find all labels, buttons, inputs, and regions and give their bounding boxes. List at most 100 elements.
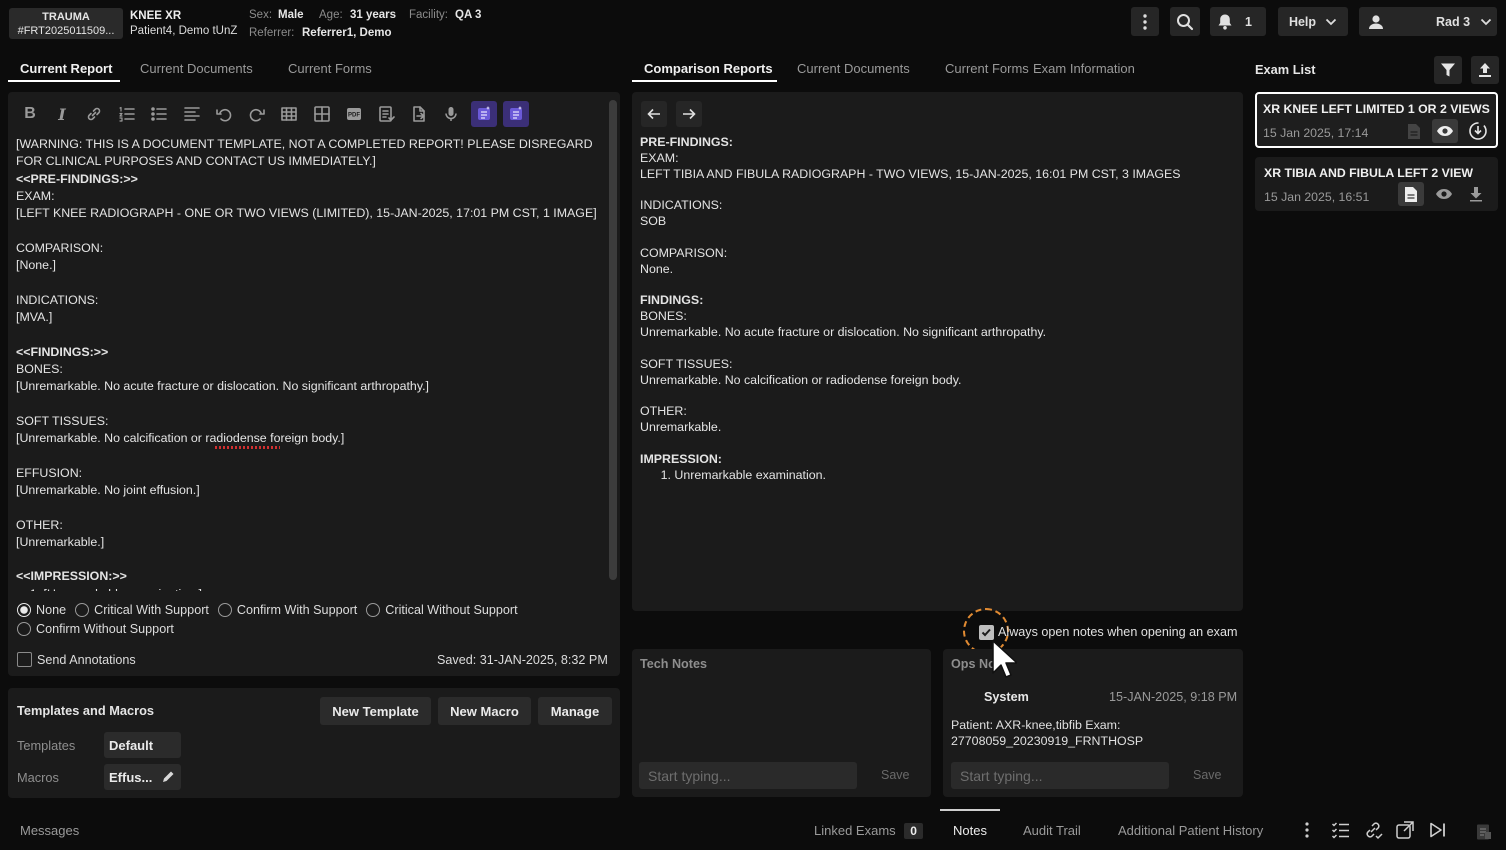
search-icon — [1177, 13, 1194, 30]
report-line: BONES: — [16, 361, 63, 376]
report-line: [Unremarkable. No calcification or radio… — [16, 431, 345, 446]
undo-button[interactable] — [211, 101, 237, 127]
report-line: EXAM: — [16, 188, 55, 203]
ai-assist-button[interactable] — [471, 101, 497, 127]
external-check-icon[interactable] — [1395, 820, 1415, 840]
align-button[interactable] — [179, 101, 205, 127]
manage-button[interactable]: Manage — [538, 697, 612, 725]
radio-indicator — [75, 603, 90, 617]
exam-item-tibia[interactable]: XR TIBIA AND FIBULA LEFT 2 VIEW 15 Jan 2… — [1255, 157, 1498, 211]
redo-button[interactable] — [244, 101, 270, 127]
clipboard-icon[interactable] — [1476, 822, 1492, 840]
report-line — [16, 447, 597, 464]
ops-notes-title: Ops No — [951, 657, 996, 671]
eye-icon[interactable] — [1435, 188, 1453, 200]
exam-item-knee[interactable]: XR KNEE LEFT LIMITED 1 OR 2 VIEWS 15 Jan… — [1255, 92, 1498, 148]
radio-critical-with-support[interactable]: Critical With Support — [75, 603, 209, 617]
send-annotations-checkbox[interactable]: Send Annotations — [17, 652, 136, 667]
exam-title: KNEE XR — [130, 10, 182, 22]
report-line: SOFT TISSUES: — [16, 413, 109, 428]
next-report-button[interactable] — [676, 101, 702, 127]
new-macro-button[interactable]: New Macro — [438, 697, 531, 725]
tab-middle-current-forms[interactable]: Current Forms — [945, 61, 1029, 76]
active-bottom-tab-indicator — [940, 809, 1000, 811]
trauma-badge[interactable]: TRAUMA #FRT2025011509... — [9, 8, 123, 39]
tech-notes-save-button[interactable]: Save — [881, 768, 910, 782]
radio-none[interactable]: None — [17, 603, 66, 617]
report-scrollbar[interactable] — [609, 100, 617, 580]
tab-current-documents[interactable]: Current Documents — [140, 61, 253, 76]
comparison-line — [640, 230, 1181, 246]
new-template-button[interactable]: New Template — [320, 697, 431, 725]
radio-confirm-without-support[interactable]: Confirm Without Support — [17, 622, 174, 636]
templates-select[interactable]: Default — [104, 732, 181, 758]
radio-critical-without-support[interactable]: Critical Without Support — [366, 603, 518, 617]
linked-exams-tab[interactable]: Linked Exams 0 — [814, 823, 923, 839]
bullet-list-button[interactable] — [146, 101, 172, 127]
numbered-list-button[interactable] — [114, 101, 140, 127]
checklist-icon[interactable] — [1331, 821, 1350, 839]
filter-button[interactable] — [1434, 56, 1462, 84]
bold-button[interactable]: B — [17, 101, 43, 127]
badge-id: #FRT2025011509... — [17, 25, 115, 37]
search-button[interactable] — [1170, 7, 1200, 36]
user-menu[interactable]: Rad 3 — [1359, 7, 1497, 36]
ops-note-body-line1: Patient: AXR-knee,tibfib Exam: — [951, 718, 1121, 732]
notes-tab[interactable]: Notes — [953, 823, 987, 838]
italic-button[interactable]: I — [49, 101, 75, 127]
download-circle-icon[interactable] — [1468, 121, 1488, 141]
report-editor[interactable]: [WARNING: THIS IS A DOCUMENT TEMPLATE, N… — [16, 136, 606, 591]
tech-notes-input[interactable]: Start typing... — [639, 762, 857, 789]
kebab-icon[interactable] — [1305, 822, 1309, 838]
tab-exam-information[interactable]: Exam Information — [1033, 61, 1135, 76]
more-options-button[interactable] — [1131, 7, 1159, 36]
comparison-line — [640, 389, 1181, 405]
comparison-line: Unremarkable. — [640, 420, 722, 435]
tab-current-report[interactable]: Current Report — [20, 61, 112, 76]
link-button[interactable] — [81, 101, 107, 127]
report-line — [16, 551, 597, 568]
pdf-button[interactable]: PDF — [341, 101, 367, 127]
ai-summary-icon — [510, 106, 522, 120]
tab-comparison-reports[interactable]: Comparison Reports — [644, 61, 773, 76]
comparison-line: SOB — [640, 214, 667, 229]
report-line: 1. [Unremarkable examination.] — [16, 586, 597, 591]
badge-title: TRAUMA — [42, 11, 90, 23]
link-check-icon[interactable] — [1363, 820, 1383, 840]
download-icon[interactable] — [1469, 186, 1483, 202]
report-line: OTHER: — [16, 517, 63, 532]
pencil-icon[interactable] — [161, 770, 175, 784]
audit-trail-tab[interactable]: Audit Trail — [1023, 823, 1081, 838]
tab-current-forms[interactable]: Current Forms — [288, 61, 372, 76]
table-button[interactable] — [276, 101, 302, 127]
dictation-button[interactable] — [438, 101, 464, 127]
bell-icon — [1218, 14, 1232, 30]
previous-report-button[interactable] — [641, 101, 667, 127]
view-exam-button[interactable] — [1432, 119, 1458, 143]
upload-icon — [1479, 63, 1491, 77]
report-line: COMPARISON: — [16, 240, 104, 255]
ops-notes-input[interactable]: Start typing... — [951, 762, 1169, 789]
skip-forward-icon[interactable] — [1429, 822, 1447, 838]
exam-list-title: Exam List — [1255, 62, 1316, 77]
radio-confirm-with-support[interactable]: Confirm With Support — [217, 603, 357, 617]
comparison-line: None. — [640, 261, 674, 276]
upload-button[interactable] — [1471, 56, 1499, 84]
ops-notes-save-button[interactable]: Save — [1193, 768, 1222, 782]
open-document-button[interactable] — [1398, 182, 1424, 206]
messages-tab[interactable]: Messages — [20, 823, 79, 838]
grid-button[interactable] — [309, 101, 335, 127]
active-tab-indicator — [632, 80, 777, 82]
report-line: <<FINDINGS:>> — [16, 344, 109, 359]
ai-summary-button[interactable] — [503, 101, 529, 127]
additional-history-tab[interactable]: Additional Patient History — [1118, 823, 1263, 838]
document-export-button[interactable] — [406, 101, 432, 127]
help-menu[interactable]: Help — [1278, 7, 1348, 36]
svg-text:PDF: PDF — [348, 113, 360, 119]
macros-select[interactable]: Effus... — [104, 764, 181, 790]
notifications-button[interactable]: 1 — [1210, 7, 1266, 36]
document-icon[interactable] — [1407, 123, 1421, 140]
document-list-button[interactable] — [373, 101, 399, 127]
radio-indicator — [366, 603, 381, 617]
tab-middle-current-documents[interactable]: Current Documents — [797, 61, 910, 76]
